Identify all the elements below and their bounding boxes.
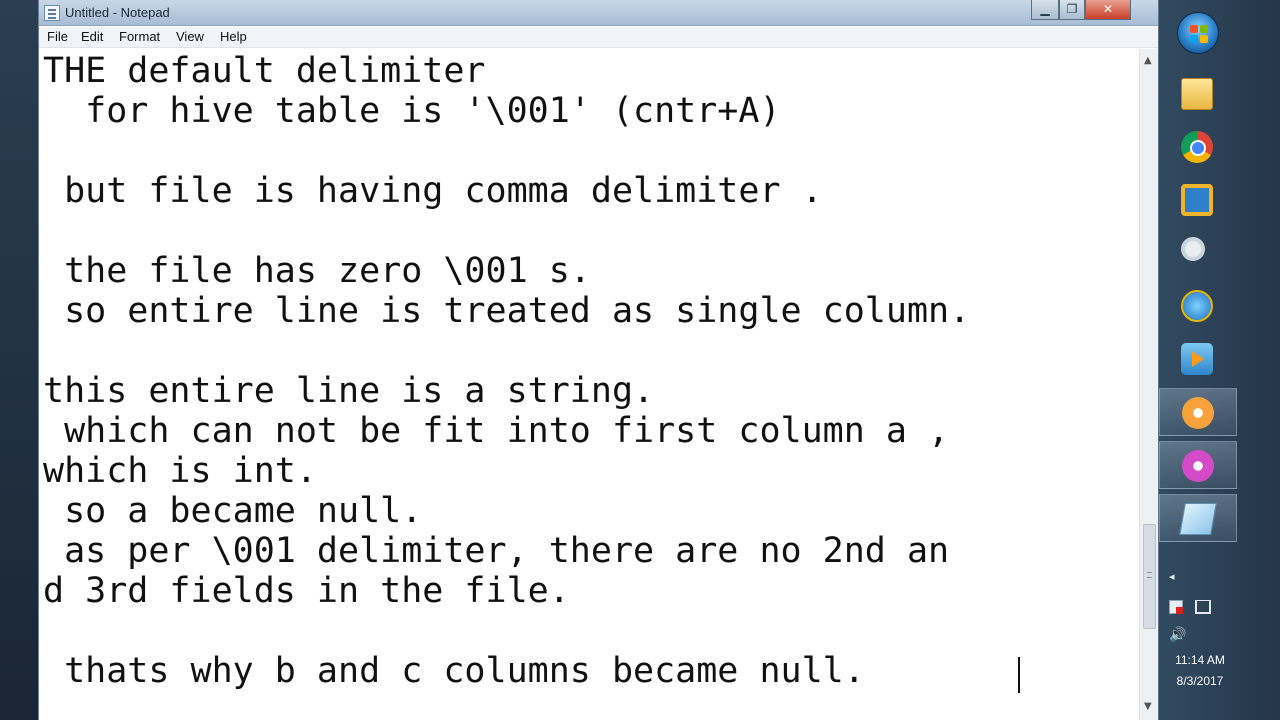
- text-caret: [1018, 657, 1020, 693]
- scroll-up-arrow-icon[interactable]: ▲: [1144, 55, 1152, 66]
- title-bar[interactable]: Untitled - Notepad ▁ ❐ ✕: [39, 0, 1159, 26]
- taskbar-vm[interactable]: [1159, 176, 1237, 224]
- text-line: the file has zero \001 s.: [43, 251, 591, 291]
- taskbar-search[interactable]: [1159, 229, 1237, 277]
- maximize-button[interactable]: ❐: [1059, 0, 1085, 20]
- minimize-button[interactable]: ▁: [1031, 0, 1059, 20]
- text-line: but file is having comma delimiter .: [43, 171, 823, 211]
- scroll-down-arrow-icon[interactable]: ▼: [1144, 701, 1152, 712]
- menu-format[interactable]: Format: [119, 29, 160, 44]
- media-player-icon: [1181, 343, 1213, 375]
- vm-icon: [1181, 184, 1213, 216]
- ie-icon: [1181, 290, 1213, 322]
- search-icon: [1181, 237, 1205, 261]
- text-line: which is int.: [43, 451, 317, 491]
- action-center-flag-icon[interactable]: [1169, 600, 1183, 614]
- scrollbar-thumb[interactable]: [1143, 524, 1156, 629]
- tray-expand-icon[interactable]: ◂: [1169, 570, 1175, 583]
- clock-date[interactable]: 8/3/2017: [1159, 674, 1241, 688]
- text-line: as per \001 delimiter, there are no 2nd …: [43, 531, 950, 571]
- taskbar-notepad[interactable]: [1159, 494, 1237, 542]
- desktop: Untitled - Notepad ▁ ❐ ✕ File Edit Forma…: [0, 0, 1280, 720]
- notepad-window: Untitled - Notepad ▁ ❐ ✕ File Edit Forma…: [38, 0, 1159, 720]
- taskbar-ie[interactable]: [1159, 282, 1237, 330]
- menu-edit[interactable]: Edit: [81, 29, 103, 44]
- close-button[interactable]: ✕: [1085, 0, 1131, 20]
- text-line: this entire line is a string.: [43, 371, 655, 411]
- taskbar-flower-app-1[interactable]: [1159, 388, 1237, 436]
- notepad-icon: [1179, 503, 1217, 535]
- flower-app-icon: [1182, 450, 1214, 482]
- text-line: d 3rd fields in the file.: [43, 571, 570, 611]
- scroll-grip-icon: [1147, 572, 1152, 578]
- window-title: Untitled - Notepad: [65, 5, 170, 20]
- vertical-scrollbar[interactable]: ▲ ▼: [1139, 49, 1159, 720]
- menu-bar: File Edit Format View Help: [39, 27, 1159, 48]
- text-editor-area[interactable]: THE default delimiter for hive table is …: [39, 49, 1139, 720]
- text-line: which can not be fit into first column a…: [43, 411, 950, 451]
- text-line: for hive table is '\001' (cntr+A): [43, 91, 781, 131]
- text-line: thats why b and c columns became null.: [43, 651, 865, 691]
- menu-view[interactable]: View: [176, 29, 204, 44]
- start-button[interactable]: [1177, 12, 1219, 54]
- folder-icon: [1181, 78, 1213, 110]
- taskbar-media[interactable]: [1159, 335, 1237, 383]
- taskbar-flower-app-2[interactable]: [1159, 441, 1237, 489]
- notepad-app-icon[interactable]: [44, 5, 60, 21]
- chrome-icon: [1181, 131, 1213, 163]
- text-line: so a became null.: [43, 491, 423, 531]
- taskbar: ◂ 🔊 11:14 AM 8/3/2017: [1158, 0, 1280, 720]
- taskbar-explorer[interactable]: [1159, 70, 1237, 118]
- menu-help[interactable]: Help: [220, 29, 247, 44]
- menu-file[interactable]: File: [47, 29, 68, 44]
- network-icon[interactable]: [1195, 600, 1211, 614]
- volume-icon[interactable]: 🔊: [1169, 627, 1186, 643]
- taskbar-chrome[interactable]: [1159, 123, 1237, 171]
- flower-app-icon: [1182, 397, 1214, 429]
- clock-time[interactable]: 11:14 AM: [1159, 653, 1241, 667]
- text-line: THE default delimiter: [43, 51, 486, 91]
- text-line: so entire line is treated as single colu…: [43, 291, 971, 331]
